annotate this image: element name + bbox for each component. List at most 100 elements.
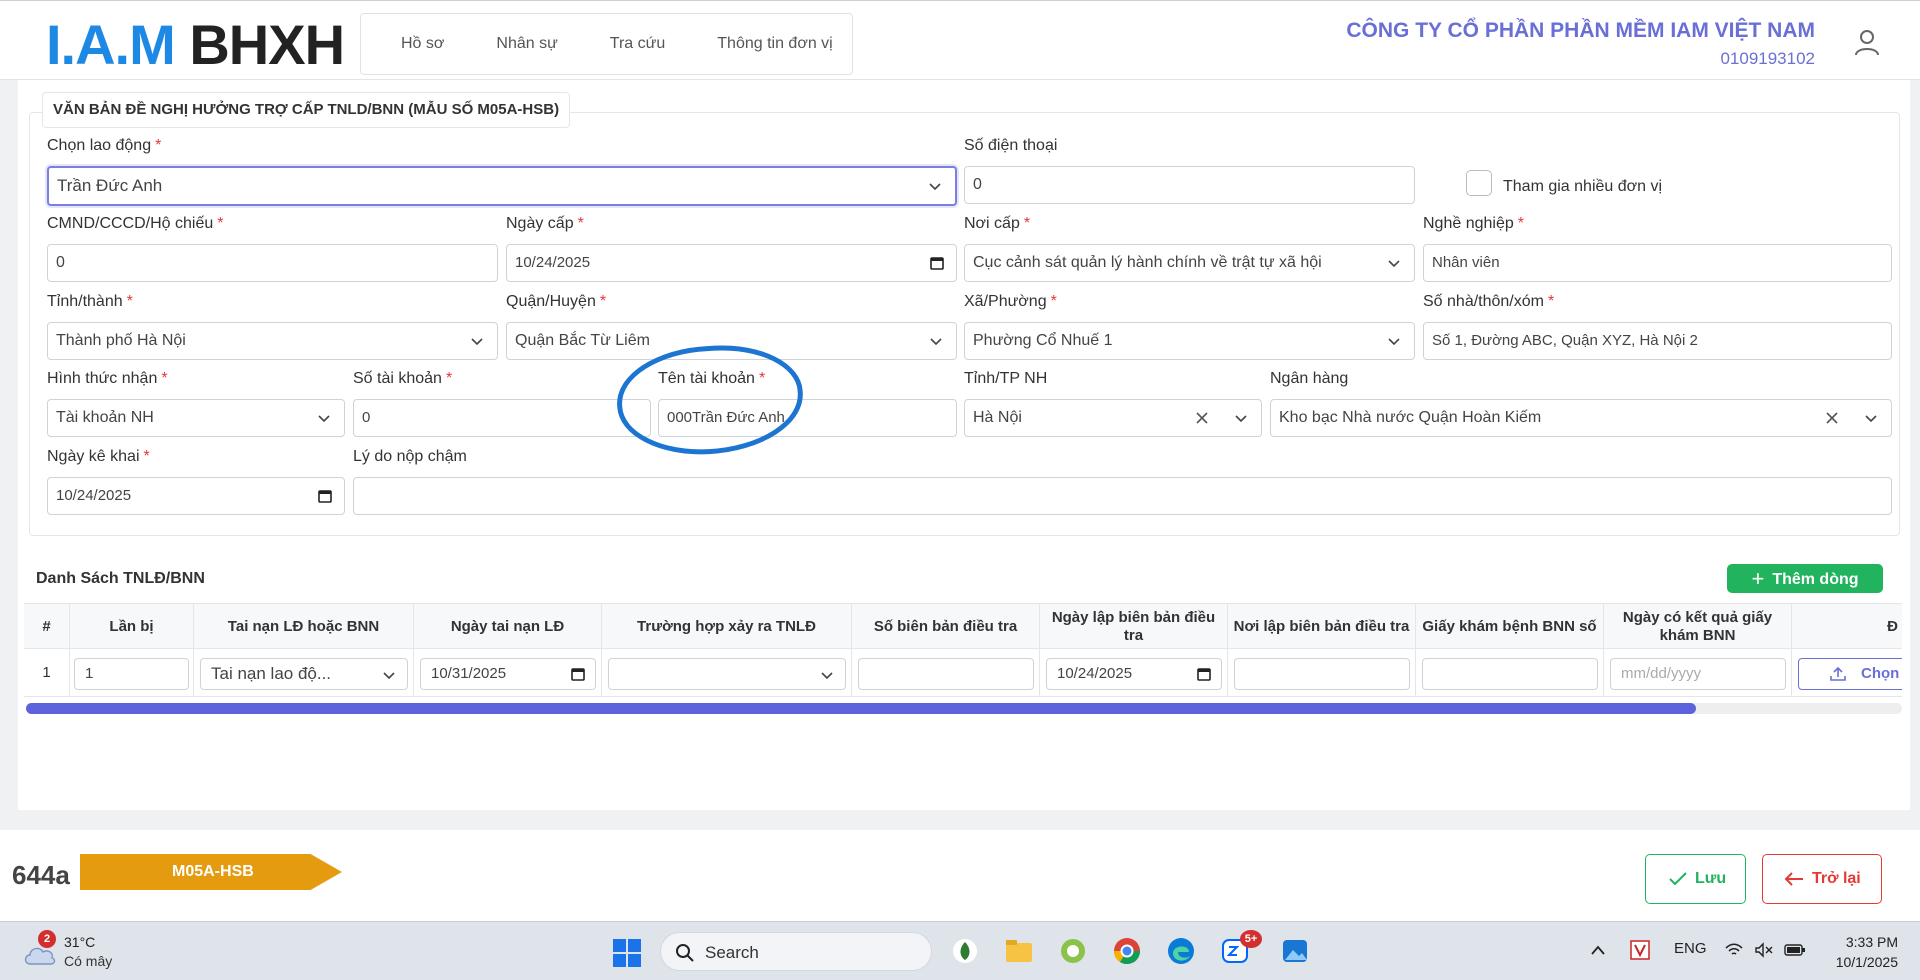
issue-date-input[interactable]: 10/24/2025 [506,244,957,282]
accident-type-select[interactable]: Tai nạn lao độ... [200,658,408,690]
job-label: Nghề nghiệp * [1423,215,1524,232]
zalo-badge: 5+ [1240,930,1262,948]
case-select[interactable] [608,658,846,690]
chevron-down-icon [1235,415,1247,423]
column-header: Nơi lập biên bản điều tra [1228,604,1416,650]
report-no-input[interactable] [858,658,1034,690]
phone-label: Số điện thoại [964,137,1058,154]
chevron-down-icon [821,672,833,680]
cell-times: 1 [70,649,194,697]
app-logo[interactable]: I.A.M BHXH [46,17,345,73]
bank-select[interactable]: Kho bạc Nhà nước Quận Hoàn Kiếm [1270,399,1892,437]
scrollbar-thumb[interactable] [26,703,1696,714]
clear-icon[interactable] [1825,411,1839,425]
photos-icon[interactable] [1280,936,1310,966]
declare-date-label: Ngày kê khai * [47,448,150,465]
battery-icon[interactable] [1784,942,1806,958]
app-header: I.A.M BHXH Hồ sơ Nhân sự Tra cứu Thông t… [0,0,1920,80]
cell-bnn-no [1416,649,1604,697]
nav-thong-tin-don-vi[interactable]: Thông tin đơn vị [717,35,832,53]
edge-icon[interactable] [1166,936,1196,966]
language-indicator[interactable]: ENG [1674,940,1707,957]
multi-unit-checkbox[interactable] [1466,170,1492,196]
speaker-muted-icon[interactable] [1754,942,1774,958]
column-header: Số biên bản điều tra [852,604,1040,650]
receive-method-select[interactable]: Tài khoản NH [47,399,345,437]
row-index: 1 [24,649,70,697]
file-explorer-icon[interactable] [1004,936,1034,966]
save-button[interactable]: Lưu [1645,854,1746,904]
form-tag: M05A-HSB [80,854,342,890]
employee-select[interactable]: Trần Đức Anh [47,166,957,206]
calendar-icon[interactable] [1197,667,1211,681]
chevron-down-icon [1865,415,1877,423]
table-horizontal-scrollbar[interactable] [26,703,1902,714]
ward-select[interactable]: Phường Cổ Nhuế 1 [964,322,1415,360]
province-label: Tỉnh/thành * [47,293,133,310]
chrome-icon[interactable] [1112,936,1142,966]
main-nav: Hồ sơ Nhân sự Tra cứu Thông tin đơn vị [360,13,853,75]
weather-badge: 2 [38,930,56,948]
district-label: Quận/Huyện * [506,293,607,310]
chevron-up-icon[interactable] [1590,944,1606,956]
issue-place-select[interactable]: Cục cảnh sát quản lý hành chính về trật … [964,244,1415,282]
address-input[interactable]: Số 1, Đường ABC, Quận XYZ, Hà Nội 2 [1423,322,1892,360]
accident-date-input[interactable]: 10/31/2025 [420,658,596,690]
add-row-button[interactable]: + Thêm dòng [1727,564,1883,593]
bank-province-select[interactable]: Hà Nội [964,399,1262,437]
report-place-input[interactable] [1234,658,1410,690]
calendar-icon[interactable] [930,256,944,270]
chevron-down-icon [930,338,942,346]
times-input[interactable]: 1 [74,658,189,690]
user-icon[interactable] [1852,27,1882,57]
nav-tra-cuu[interactable]: Tra cứu [610,35,665,53]
cell-attachment: Chọn [1792,649,1902,697]
windows-start-icon[interactable] [612,938,642,968]
chevron-down-icon [1388,260,1400,268]
late-reason-input[interactable] [353,477,1892,515]
nav-nhan-su[interactable]: Nhân sự [496,35,557,53]
table-header: # Lần bị Tai nạn LĐ hoặc BNN Ngày tai nạ… [24,603,1902,650]
receive-method-label: Hình thức nhận * [47,370,168,387]
cell-case [602,649,852,697]
ward-label: Xã/Phường * [964,293,1057,310]
account-no-input[interactable]: 0 [353,399,651,437]
back-button[interactable]: Trở lại [1762,854,1882,904]
green-app-icon[interactable] [1058,936,1088,966]
taskbar-search[interactable]: Search [660,932,932,971]
chevron-down-icon [929,183,941,191]
chevron-down-icon [1388,338,1400,346]
phone-input[interactable]: 0 [964,166,1415,204]
column-header: Tai nạn LĐ hoặc BNN [194,604,414,650]
chevron-down-icon [471,338,483,346]
company-tax-code: 0109193102 [1720,49,1815,68]
result-date-input[interactable]: mm/dd/yyyy [1610,658,1786,690]
cell-report-no [852,649,1040,697]
bank-label: Ngân hàng [1270,370,1349,387]
province-select[interactable]: Thành phố Hà Nội [47,322,498,360]
column-header: # [24,604,70,650]
column-header: Ngày có kết quả giấy khám BNN [1604,604,1792,650]
bnn-no-input[interactable] [1422,658,1598,690]
column-header: Lần bị [70,604,194,650]
nav-ho-so[interactable]: Hồ sơ [401,35,444,53]
leaf-app-icon[interactable] [950,936,980,966]
report-date-input[interactable]: 10/24/2025 [1046,658,1222,690]
id-input[interactable]: 0 [47,244,498,282]
chevron-down-icon [383,672,395,680]
system-clock[interactable]: 3:33 PM 10/1/2025 [1836,932,1898,972]
table-title: Danh Sách TNLĐ/BNN [36,570,205,587]
wifi-icon[interactable] [1724,942,1744,958]
chevron-down-icon [318,415,330,423]
column-header: Đ [1887,618,1898,635]
job-input[interactable]: Nhân viên [1423,244,1892,282]
choose-file-button[interactable]: Chọn [1798,658,1902,690]
column-header: Ngày tai nạn LĐ [414,604,602,650]
calendar-icon[interactable] [571,667,585,681]
late-reason-label: Lý do nộp chậm [353,448,467,465]
column-header: Trường hợp xảy ra TNLĐ [602,604,852,650]
calendar-icon[interactable] [318,489,332,503]
declare-date-input[interactable]: 10/24/2025 [47,477,345,515]
clear-icon[interactable] [1195,411,1209,425]
app-tray-icon[interactable] [1630,940,1650,960]
